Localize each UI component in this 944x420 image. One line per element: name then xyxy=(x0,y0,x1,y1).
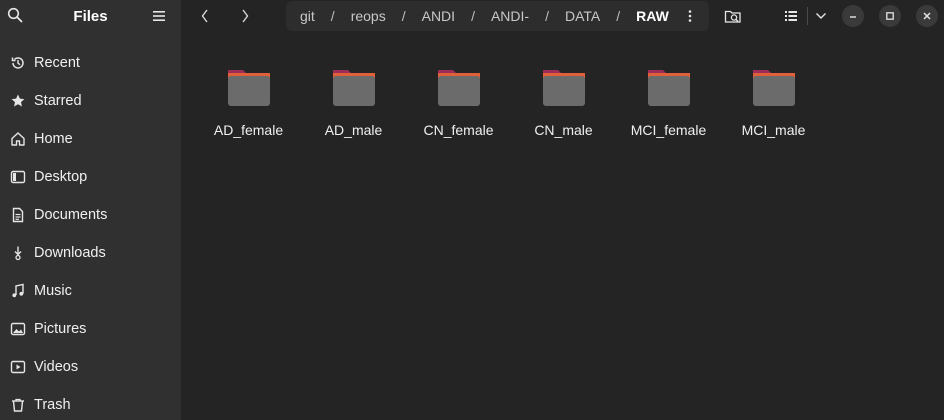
file-name: AD_female xyxy=(213,122,284,138)
file-name: CN_male xyxy=(534,122,593,138)
minimize-icon xyxy=(850,16,856,18)
sidebar-item-label: Videos xyxy=(34,359,79,375)
sidebar-item-documents[interactable]: Documents xyxy=(0,196,181,234)
path-menu-button[interactable] xyxy=(681,6,699,26)
sidebar-item-starred[interactable]: Starred xyxy=(0,82,181,120)
music-icon xyxy=(9,282,27,300)
view-options-button[interactable] xyxy=(811,4,831,28)
sidebar: Files Recent Starred Home Desktop Docume… xyxy=(0,0,181,420)
chevron-down-icon xyxy=(816,13,826,19)
breadcrumb-separator: / xyxy=(616,8,621,24)
sidebar-item-label: Documents xyxy=(34,207,108,223)
minimize-button[interactable] xyxy=(842,5,864,27)
folder-icon xyxy=(225,64,273,112)
folder-item[interactable]: CN_female xyxy=(406,56,511,140)
file-name: CN_female xyxy=(423,122,494,138)
folder-item[interactable]: MCI_male xyxy=(721,56,826,140)
sidebar-item-desktop[interactable]: Desktop xyxy=(0,158,181,196)
breadcrumb-separator: / xyxy=(330,8,335,24)
sidebar-item-home[interactable]: Home xyxy=(0,120,181,158)
star-icon xyxy=(9,92,27,110)
breadcrumb: git / reops / ANDI / ANDI- / DATA / RAW xyxy=(286,1,709,31)
toolbar-divider xyxy=(807,7,808,25)
maximize-icon xyxy=(886,12,894,20)
sidebar-item-label: Recent xyxy=(34,55,80,71)
breadcrumb-item-andi[interactable]: ANDI xyxy=(422,8,455,24)
folder-icon xyxy=(540,64,588,112)
breadcrumb-item-data[interactable]: DATA xyxy=(565,8,600,24)
folder-item[interactable]: AD_male xyxy=(301,56,406,140)
view-list-button[interactable] xyxy=(779,4,803,28)
sidebar-item-label: Trash xyxy=(34,397,71,413)
sidebar-item-pictures[interactable]: Pictures xyxy=(0,310,181,348)
kebab-menu-icon xyxy=(688,10,692,22)
download-icon xyxy=(9,244,27,262)
home-icon xyxy=(9,130,27,148)
sidebar-item-downloads[interactable]: Downloads xyxy=(0,234,181,272)
breadcrumb-separator: / xyxy=(401,8,406,24)
breadcrumb-item-raw[interactable]: RAW xyxy=(636,8,669,24)
sidebar-item-label: Home xyxy=(34,131,73,147)
breadcrumb-item-git[interactable]: git xyxy=(300,8,315,24)
chevron-right-icon xyxy=(242,9,249,23)
sidebar-item-recent[interactable]: Recent xyxy=(0,44,181,82)
close-icon xyxy=(923,12,931,20)
close-button[interactable] xyxy=(916,5,938,27)
main-content: git / reops / ANDI / ANDI- / DATA / RAW xyxy=(181,0,944,420)
breadcrumb-list: git / reops / ANDI / ANDI- / DATA / RAW xyxy=(300,8,669,24)
sidebar-item-label: Downloads xyxy=(34,245,106,261)
forward-button[interactable] xyxy=(233,4,257,28)
trash-icon xyxy=(9,396,27,414)
sidebar-item-videos[interactable]: Videos xyxy=(0,348,181,386)
sidebar-item-label: Pictures xyxy=(34,321,87,337)
file-name: MCI_female xyxy=(630,122,707,138)
desktop-icon xyxy=(9,168,27,186)
document-icon xyxy=(9,206,27,224)
folder-icon xyxy=(435,64,483,112)
folder-icon xyxy=(645,64,693,112)
folder-item[interactable]: CN_male xyxy=(511,56,616,140)
sidebar-header: Files xyxy=(0,0,181,32)
file-name: MCI_male xyxy=(741,122,806,138)
picture-icon xyxy=(9,320,27,338)
breadcrumb-item-andi-sub[interactable]: ANDI- xyxy=(491,8,529,24)
back-button[interactable] xyxy=(193,4,217,28)
sidebar-item-label: Music xyxy=(34,283,72,299)
maximize-button[interactable] xyxy=(879,5,901,27)
breadcrumb-item-reops[interactable]: reops xyxy=(351,8,386,24)
search-files-button[interactable] xyxy=(721,4,745,28)
folder-icon xyxy=(750,64,798,112)
header-bar: git / reops / ANDI / ANDI- / DATA / RAW xyxy=(181,0,944,32)
sidebar-item-label: Starred xyxy=(34,93,82,109)
folder-search-icon xyxy=(724,10,741,23)
video-icon xyxy=(9,358,27,376)
file-grid: AD_female AD_male CN_female CN_male MCI_… xyxy=(181,56,944,156)
list-view-icon xyxy=(785,11,797,21)
breadcrumb-separator: / xyxy=(545,8,549,24)
sidebar-item-label: Desktop xyxy=(34,169,88,185)
sidebar-item-music[interactable]: Music xyxy=(0,272,181,310)
folder-item[interactable]: AD_female xyxy=(196,56,301,140)
hamburger-menu-icon[interactable] xyxy=(150,6,168,26)
clock-icon xyxy=(9,54,27,72)
folder-icon xyxy=(330,64,378,112)
places-list: Recent Starred Home Desktop Documents Do… xyxy=(0,44,181,420)
breadcrumb-separator: / xyxy=(471,8,475,24)
files-window: Files Recent Starred Home Desktop Docume… xyxy=(0,0,944,420)
chevron-left-icon xyxy=(201,9,208,23)
sidebar-item-trash[interactable]: Trash xyxy=(0,386,181,420)
file-name: AD_male xyxy=(324,122,383,138)
folder-item[interactable]: MCI_female xyxy=(616,56,721,140)
